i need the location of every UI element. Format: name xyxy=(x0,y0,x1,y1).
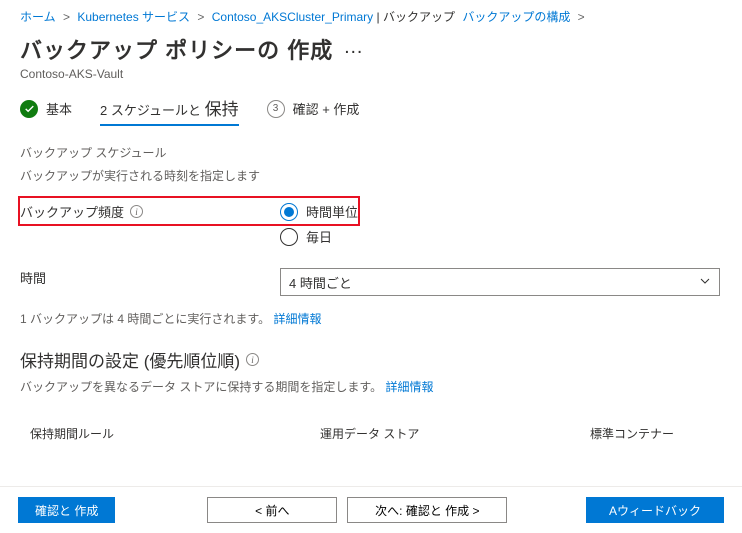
info-icon[interactable]: i xyxy=(130,205,143,218)
time-interval-select[interactable]: 4 時間ごと xyxy=(280,268,720,296)
radio-selected-icon xyxy=(280,203,298,221)
tab-schedule-retention[interactable]: 2 スケジュールと 保持 xyxy=(100,95,239,126)
footer-bar: 確認と 作成 < 前へ 次へ: 確認と 作成 > Aウィードバック xyxy=(0,486,742,533)
backup-frequency-label: バックアップ頻度 i xyxy=(20,202,280,221)
step-number-icon: 3 xyxy=(267,100,285,118)
breadcrumb-cluster[interactable]: Contoso_AKSCluster_Primary | バックアップ xyxy=(212,10,455,24)
retention-desc: バックアップを異なるデータ ストアに保持する期間を指定します。 詳細情報 xyxy=(20,378,722,395)
wizard-tabs: 基本 2 スケジュールと 保持 3 確認 + 作成 xyxy=(0,95,742,144)
more-actions-button[interactable]: … xyxy=(343,36,363,63)
retention-col-rule: 保持期間ルール xyxy=(30,425,320,442)
review-create-button[interactable]: 確認と 作成 xyxy=(18,497,115,523)
retention-table-header: 保持期間ルール 運用データ ストア 標準コンテナー xyxy=(20,413,722,448)
schedule-section-title: バックアップ スケジュール xyxy=(20,144,722,161)
radio-hourly[interactable]: 時間単位 xyxy=(280,202,358,221)
breadcrumb-config[interactable]: バックアップの構成 xyxy=(462,10,570,24)
page-subtitle: Contoso-AKS-Vault xyxy=(0,67,742,95)
backup-frequency-radio-group: 時間単位 毎日 xyxy=(280,202,358,246)
page-title: バックアップ ポリシーの 作成 xyxy=(20,33,333,65)
check-icon xyxy=(20,100,38,118)
time-label: 時間 xyxy=(20,268,280,287)
breadcrumb-service[interactable]: Kubernetes サービス xyxy=(77,10,190,24)
breadcrumb-sep: > xyxy=(578,10,585,24)
tab-basics[interactable]: 基本 xyxy=(20,99,72,122)
info-icon[interactable]: i xyxy=(246,353,259,366)
schedule-note-link[interactable]: 詳細情報 xyxy=(274,312,322,326)
retention-col-datastore: 運用データ ストア xyxy=(320,425,590,442)
tab-review-create[interactable]: 3 確認 + 作成 xyxy=(267,99,360,122)
retention-desc-link[interactable]: 詳細情報 xyxy=(385,380,433,394)
breadcrumb-sep: > xyxy=(197,10,204,24)
radio-unselected-icon xyxy=(280,228,298,246)
schedule-note: 1 バックアップは 4 時間ごとに実行されます。 詳細情報 xyxy=(20,310,722,327)
previous-button[interactable]: < 前へ xyxy=(207,497,337,523)
schedule-section-desc: バックアップが実行される時刻を指定します xyxy=(20,167,722,184)
feedback-button[interactable]: Aウィードバック xyxy=(586,497,724,523)
retention-col-container: 標準コンテナー xyxy=(590,425,712,442)
breadcrumb-sep: > xyxy=(63,10,70,24)
radio-daily[interactable]: 毎日 xyxy=(280,227,358,246)
breadcrumb-home[interactable]: ホーム xyxy=(20,10,56,24)
chevron-down-icon xyxy=(699,275,711,290)
retention-title: 保持期間の設定 (優先順位順) i xyxy=(20,347,722,372)
next-button[interactable]: 次へ: 確認と 作成 > xyxy=(347,497,507,523)
breadcrumb: ホーム > Kubernetes サービス > Contoso_AKSClust… xyxy=(0,0,742,29)
